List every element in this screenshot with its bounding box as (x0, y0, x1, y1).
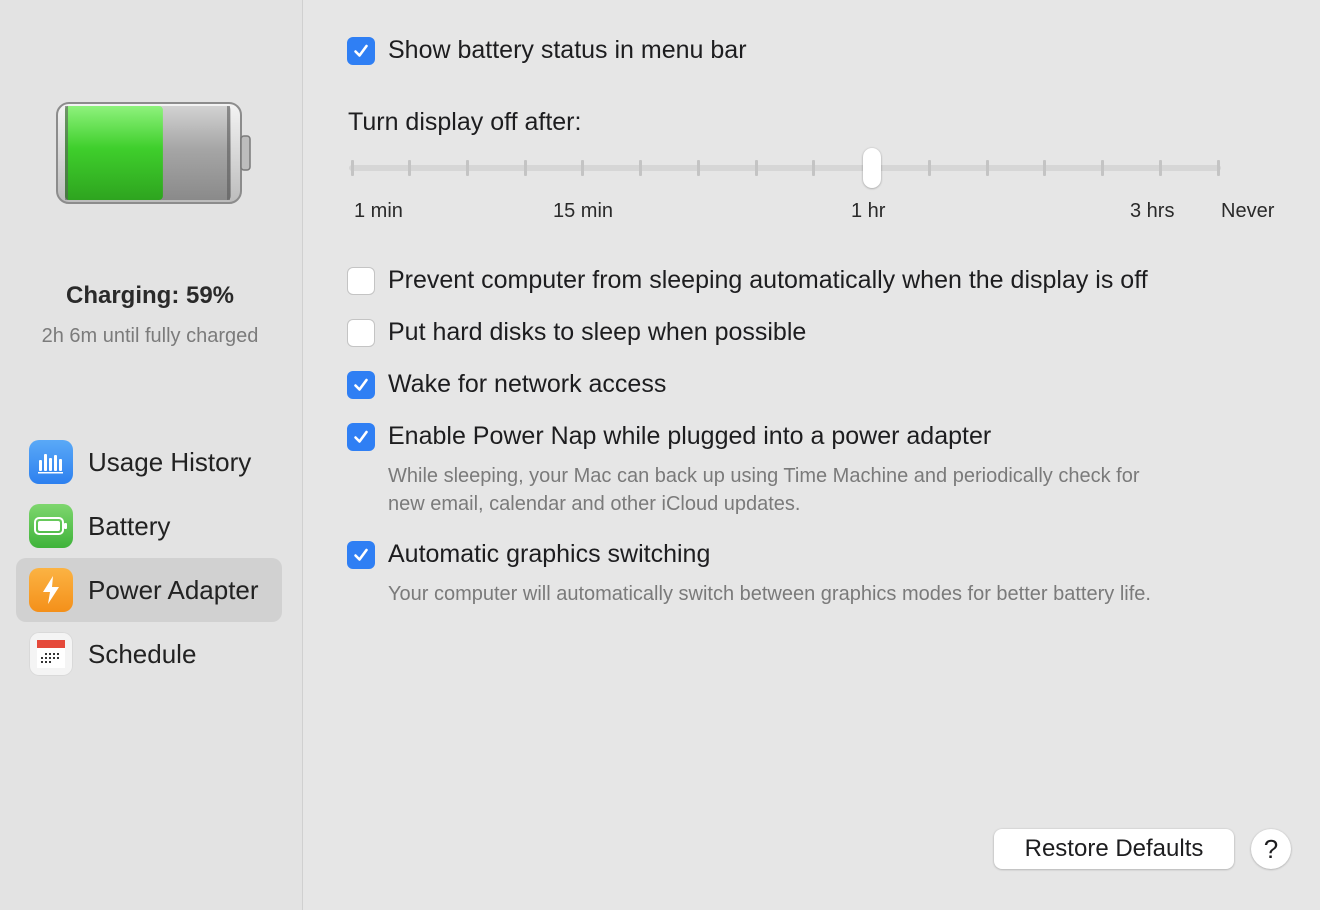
graphics-switching-label: Automatic graphics switching (388, 540, 711, 568)
power-nap-label: Enable Power Nap while plugged into a po… (388, 422, 992, 450)
bar-chart-icon (29, 440, 73, 484)
sidebar-item-label: Schedule (88, 638, 197, 669)
sidebar: Charging: 59% 2h 6m until fully charged … (0, 0, 303, 910)
show-battery-status-checkbox[interactable] (347, 36, 375, 65)
wake-network-row: Wake for network access (347, 370, 666, 399)
show-battery-status-row: Show battery status in menu bar (347, 36, 747, 65)
slider-tick (408, 160, 412, 176)
help-button[interactable]: ? (1251, 829, 1291, 869)
slider-tick (696, 160, 700, 176)
sidebar-item-label: Usage History (88, 446, 252, 477)
power-nap-description-line: While sleeping, your Mac can back up usi… (388, 465, 1140, 487)
slider-tick (1101, 160, 1105, 176)
prevent-sleep-label: Prevent computer from sleeping automatic… (388, 266, 1148, 294)
lightning-bolt-icon (29, 568, 73, 612)
slider-tick (985, 160, 989, 176)
main-panel: Show battery status in menu bar Turn dis… (303, 0, 1320, 910)
sidebar-item-schedule[interactable]: Schedule (16, 622, 282, 686)
graphics-switching-checkbox[interactable] (347, 540, 375, 569)
restore-defaults-button[interactable]: Restore Defaults (994, 829, 1234, 869)
sidebar-nav: Usage History Battery Power Adapter Sche… (16, 430, 282, 686)
slider-tick (1158, 160, 1162, 176)
power-nap-description-line: new email, calendar and other iCloud upd… (388, 493, 801, 515)
tick-label-1-min: 1 min (354, 200, 403, 222)
prevent-sleep-row: Prevent computer from sleeping automatic… (347, 266, 1148, 295)
display-off-label: Turn display off after: (348, 108, 582, 136)
calendar-icon (29, 632, 73, 676)
wake-network-checkbox[interactable] (347, 370, 375, 399)
sidebar-item-power-adapter[interactable]: Power Adapter (16, 558, 282, 622)
slider-tick (465, 160, 469, 176)
hard-disks-sleep-label: Put hard disks to sleep when possible (388, 318, 807, 346)
sidebar-item-battery[interactable]: Battery (16, 494, 282, 558)
sidebar-item-usage-history[interactable]: Usage History (16, 430, 282, 494)
battery-icon (29, 504, 73, 548)
power-nap-row: Enable Power Nap while plugged into a po… (347, 422, 991, 451)
sidebar-item-label: Power Adapter (88, 574, 259, 605)
charging-status-title: Charging: 59% (65, 282, 235, 309)
slider-tick (1043, 160, 1047, 176)
display-off-slider[interactable] (347, 148, 1223, 188)
prevent-sleep-checkbox[interactable] (347, 266, 375, 295)
slider-tick (754, 160, 758, 176)
slider-tick (523, 160, 527, 176)
hard-disks-sleep-checkbox[interactable] (347, 318, 375, 347)
wake-network-label: Wake for network access (388, 370, 667, 398)
slider-tick (812, 160, 816, 176)
slider-tick (581, 160, 585, 176)
slider-track (349, 165, 1221, 171)
tick-label-3-hrs: 3 hrs (1130, 200, 1175, 222)
tick-label-never: Never (1221, 200, 1275, 222)
hard-disks-sleep-row: Put hard disks to sleep when possible (347, 318, 806, 347)
slider-tick (350, 160, 354, 176)
power-nap-checkbox[interactable] (347, 422, 375, 451)
charging-time-remaining: 2h 6m until fully charged (41, 325, 259, 347)
tick-label-15-min: 15 min (553, 200, 614, 222)
slider-tick (927, 160, 931, 176)
sidebar-item-label: Battery (88, 510, 171, 541)
graphics-switching-description: Your computer will automatically switch … (388, 583, 1151, 605)
tick-label-1-hr: 1 hr (851, 200, 886, 222)
graphics-switching-row: Automatic graphics switching (347, 540, 710, 569)
show-battery-status-label: Show battery status in menu bar (388, 36, 747, 64)
battery-level-graphic (56, 102, 251, 204)
slider-thumb[interactable] (862, 148, 881, 188)
energy-preferences-window: Charging: 59% 2h 6m until fully charged … (0, 0, 1320, 910)
slider-tick (639, 160, 643, 176)
slider-tick (1216, 160, 1220, 176)
power-nap-description: While sleeping, your Mac can back up usi… (388, 462, 1139, 518)
